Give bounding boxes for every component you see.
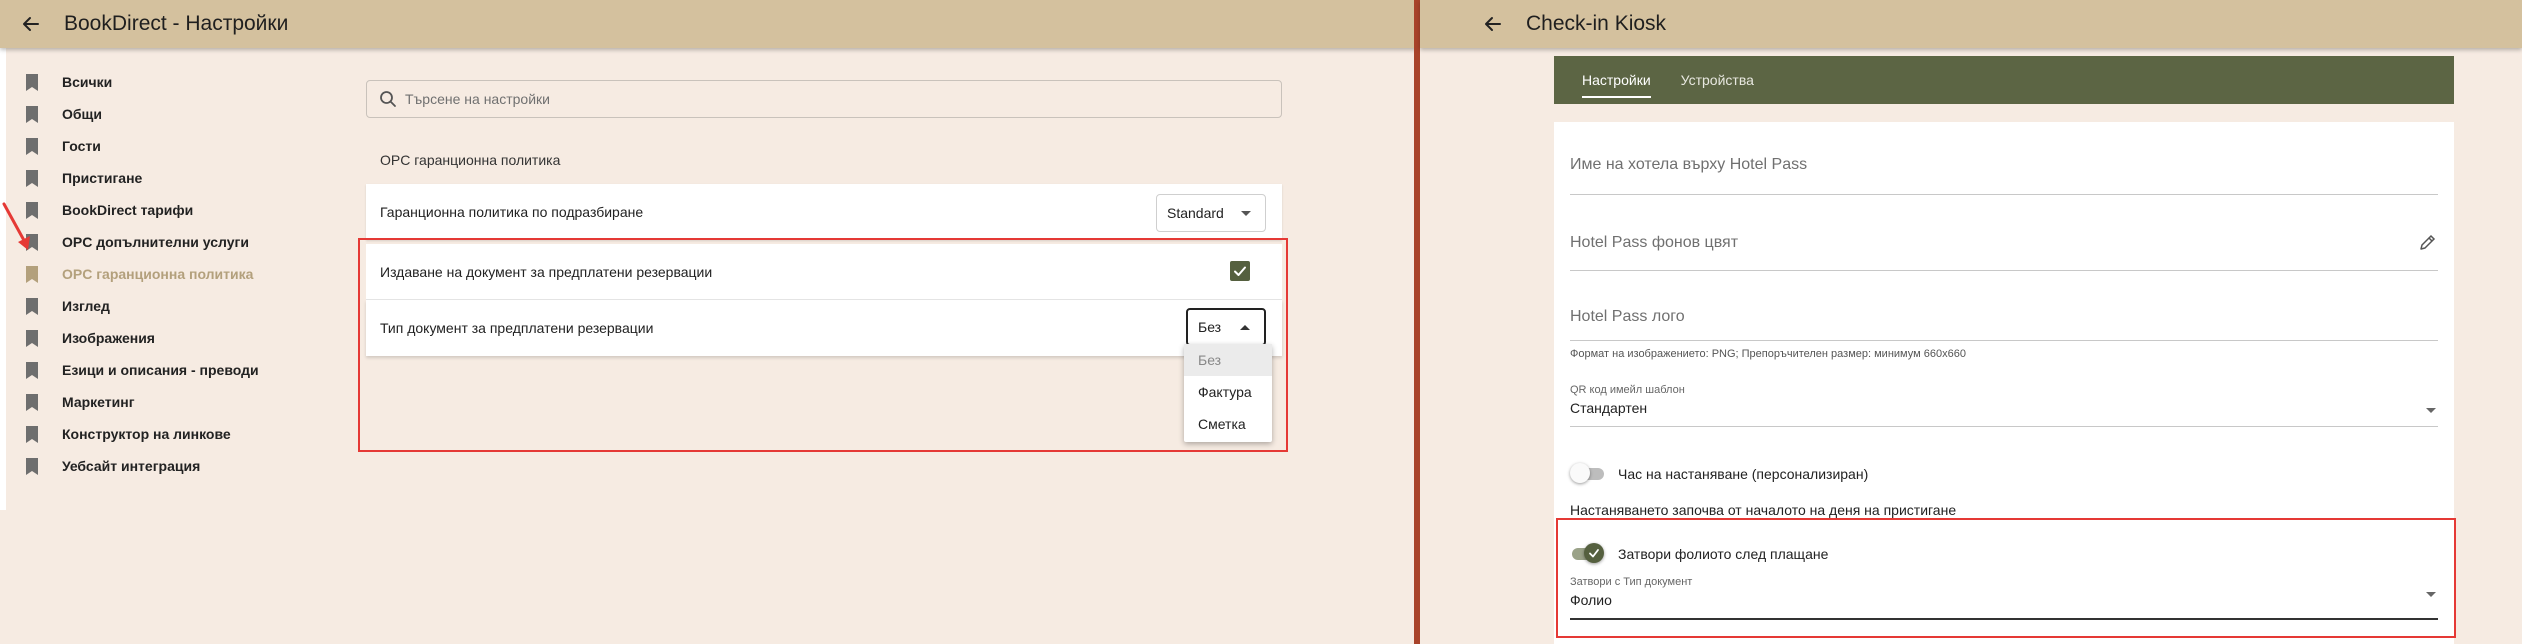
sidebar-item-images[interactable]: Изображения: [26, 322, 259, 354]
field-underline: [1570, 426, 2438, 427]
checkin-kiosk-panel: Check-in Kiosk Настройки Устройства Име …: [1420, 0, 2522, 644]
bookmark-icon: [26, 137, 38, 155]
sidebar-item-languages[interactable]: Езици и описания - преводи: [26, 354, 259, 386]
chevron-down-icon: [1241, 211, 1251, 216]
sidebar-item-label: OPC допълнителни услуги: [62, 234, 249, 250]
default-policy-label: Гаранционна политика по подразбиране: [380, 204, 644, 220]
sidebar-item-general[interactable]: Общи: [26, 98, 259, 130]
sidebar-item-label: Конструктор на линкове: [62, 426, 231, 442]
highlight-box-right: [1556, 518, 2456, 638]
sidebar-item-label: Изглед: [62, 298, 110, 314]
sidebar-item-label: Общи: [62, 106, 102, 122]
bookmark-icon: [26, 169, 38, 187]
sidebar-item-label: BookDirect тарифи: [62, 202, 194, 218]
bookmark-icon: [26, 329, 38, 347]
section-title: OPC гаранционна политика: [380, 152, 561, 168]
settings-sidebar: Всички Общи Гости Пристигане BookDirect …: [26, 66, 259, 482]
bookmark-icon: [26, 73, 38, 91]
settings-search[interactable]: [366, 80, 1282, 118]
right-topbar: Check-in Kiosk: [1420, 0, 2522, 48]
sidebar-item-website-integration[interactable]: Уебсайт интеграция: [26, 450, 259, 482]
search-icon: [379, 90, 397, 108]
bookmark-icon: [26, 393, 38, 411]
logo-hint: Формат на изображението: PNG; Препоръчит…: [1570, 348, 1966, 360]
color-picker-icon[interactable]: [2418, 234, 2436, 252]
bookmark-icon: [26, 457, 38, 475]
sidebar-item-arrival[interactable]: Пристигане: [26, 162, 259, 194]
sidebar-item-guests[interactable]: Гости: [26, 130, 259, 162]
sidebar-item-label: Езици и описания - преводи: [62, 362, 259, 378]
default-policy-row: Гаранционна политика по подразбиране Sta…: [366, 184, 1282, 240]
left-topbar: BookDirect - Настройки: [0, 0, 1417, 48]
screenshot-root: BookDirect - Настройки Всички Общи Гости…: [0, 0, 2522, 644]
bookmark-icon: [26, 425, 38, 443]
sidebar-item-label: Изображения: [62, 330, 155, 346]
tab-settings[interactable]: Настройки: [1554, 56, 1679, 104]
hotel-name-field[interactable]: Име на хотела върху Hotel Pass: [1570, 138, 2438, 196]
default-policy-select[interactable]: Standard: [1156, 194, 1266, 232]
qr-template-label: QR код имейл шаблон: [1570, 384, 1685, 396]
sidebar-item-appearance[interactable]: Изглед: [26, 290, 259, 322]
sidebar-item-opc-extra-services[interactable]: OPC допълнителни услуги: [26, 226, 259, 258]
kiosk-tabs: Настройки Устройства: [1554, 56, 2454, 104]
sidebar-item-bookdirect-rates[interactable]: BookDirect тарифи: [26, 194, 259, 226]
bookdirect-settings-panel: BookDirect - Настройки Всички Общи Гости…: [0, 0, 1417, 644]
bookmark-icon: [26, 105, 38, 123]
field-underline: [1570, 340, 2438, 341]
left-edge-strip: [0, 48, 6, 510]
sidebar-item-label: Маркетинг: [62, 394, 135, 410]
toggle-thumb: [1570, 463, 1590, 483]
bookmark-icon: [26, 361, 38, 379]
highlight-box-left: [358, 238, 1288, 452]
sidebar-item-opc-guarantee-policy[interactable]: OPC гаранционна политика: [26, 258, 259, 290]
sidebar-item-label: Пристигане: [62, 170, 143, 186]
sidebar-item-label: Всички: [62, 74, 113, 90]
sidebar-item-link-builder[interactable]: Конструктор на линкове: [26, 418, 259, 450]
sidebar-item-label: Гости: [62, 138, 101, 154]
sidebar-item-label: Уебсайт интеграция: [62, 458, 201, 474]
field-underline: [1570, 194, 2438, 195]
sidebar-item-label: OPC гаранционна политика: [62, 266, 254, 282]
checkin-time-label: Час на настаняване (персонализиран): [1618, 466, 1869, 482]
bg-color-label: Hotel Pass фонов цвят: [1570, 234, 1739, 251]
back-arrow-icon[interactable]: [1482, 13, 1504, 35]
sidebar-item-all[interactable]: Всички: [26, 66, 259, 98]
back-arrow-icon[interactable]: [20, 13, 42, 35]
bookmark-icon: [26, 297, 38, 315]
tab-devices[interactable]: Устройства: [1679, 56, 1782, 104]
red-arrow-annotation: [2, 202, 30, 250]
kiosk-title: Check-in Kiosk: [1526, 12, 1667, 35]
default-policy-value: Standard: [1167, 205, 1224, 221]
logo-label: Hotel Pass лого: [1570, 308, 1685, 325]
chevron-down-icon: [2426, 408, 2436, 413]
hotel-name-label: Име на хотела върху Hotel Pass: [1570, 156, 1808, 173]
checkin-time-toggle[interactable]: [1570, 462, 1606, 484]
sidebar-item-marketing[interactable]: Маркетинг: [26, 386, 259, 418]
checkin-note: Настаняването започва от началото на ден…: [1570, 502, 1957, 518]
search-input[interactable]: [405, 91, 1265, 107]
page-title: BookDirect - Настройки: [64, 12, 289, 35]
bg-color-field[interactable]: Hotel Pass фонов цвят: [1570, 208, 2438, 271]
qr-template-value[interactable]: Стандартен: [1570, 400, 1647, 416]
field-underline: [1570, 270, 2438, 271]
bookmark-icon: [26, 265, 38, 283]
